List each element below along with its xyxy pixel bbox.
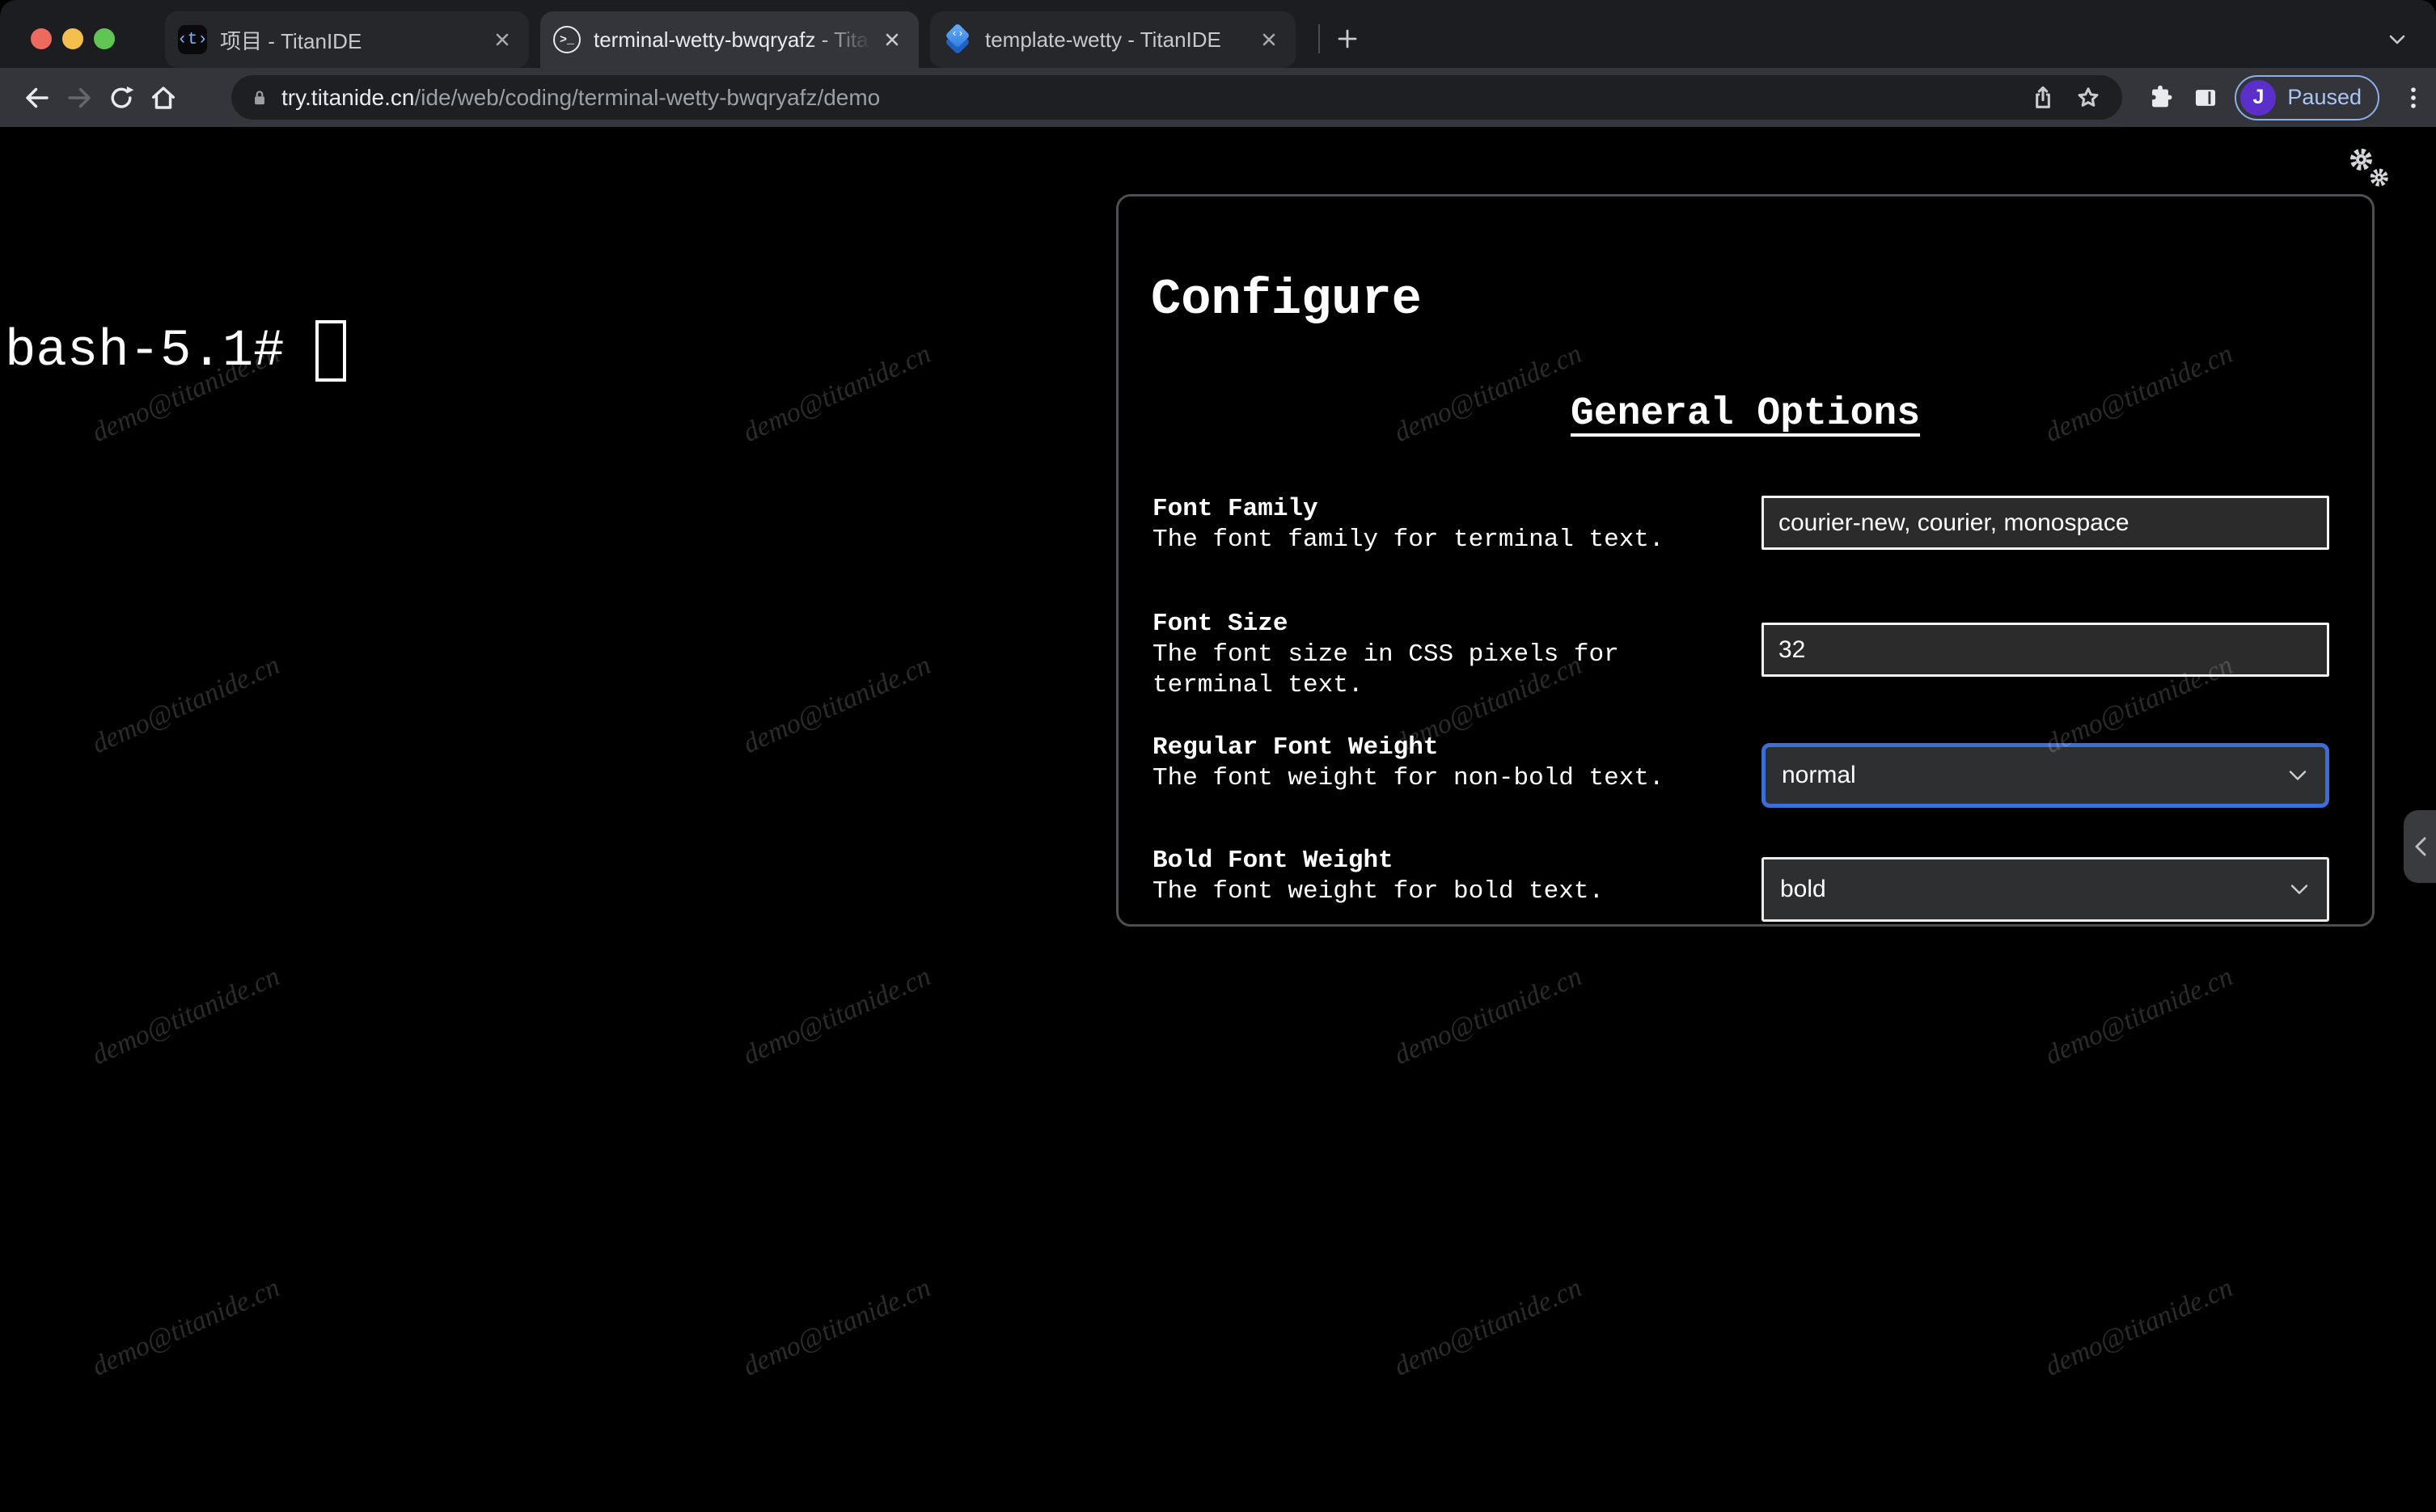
share-icon <box>2036 86 2050 108</box>
chevron-left-icon <box>2415 837 2426 856</box>
url-path: /ide/web/coding/terminal-wetty-bwqryafz/… <box>414 84 881 110</box>
toolbar-right: J Paused <box>2138 68 2436 127</box>
share-button[interactable] <box>2020 77 2066 119</box>
bold-font-weight-label: Bold Font Weight <box>1152 847 1394 875</box>
watermark-text: demo@titanide.cn <box>738 338 936 449</box>
tab-title: template-wetty - TitanIDE <box>985 27 1221 52</box>
close-icon <box>886 33 899 46</box>
font-size-description: The font size in CSS pixels for terminal… <box>1152 640 1619 699</box>
terminal-page[interactable]: bash-5.1# Configure General Options Font… <box>0 127 2436 1512</box>
select-value: bold <box>1780 876 1826 902</box>
watermark-text: demo@titanide.cn <box>738 1272 936 1383</box>
terminal-icon: >_ <box>553 26 581 53</box>
watermark-text: demo@titanide.cn <box>738 649 936 760</box>
section-heading: General Options <box>1570 392 1921 436</box>
watermark-text: demo@titanide.cn <box>1389 1272 1587 1383</box>
new-tab-button[interactable] <box>1330 21 1365 57</box>
watermark-text: demo@titanide.cn <box>1389 961 1587 1071</box>
chevron-down-icon <box>2289 771 2307 780</box>
minimize-window-button[interactable] <box>62 28 83 49</box>
side-panel-icon <box>2196 89 2216 106</box>
close-icon <box>1262 33 1275 46</box>
bold-font-weight-select[interactable]: bold <box>1761 857 2329 922</box>
tab-search-button[interactable] <box>2381 27 2413 52</box>
tab-terminal-wetty[interactable]: >_ terminal-wetty-bwqryafz - Tita <box>540 11 919 68</box>
menu-button[interactable] <box>2391 77 2436 119</box>
gears-icon <box>2349 148 2388 187</box>
address-bar[interactable]: try.titanide.cn/ide/web/coding/terminal-… <box>231 75 2122 120</box>
chevron-down-icon <box>2389 35 2405 44</box>
layers-icon: ‹› <box>943 23 972 55</box>
browser-window: ‹t› 项目 - TitanIDE >_ terminal-wetty-bwqr… <box>0 0 2436 1512</box>
font-size-input[interactable] <box>1761 623 2329 677</box>
watermark-text: demo@titanide.cn <box>87 649 285 760</box>
font-family-input[interactable] <box>1761 496 2329 550</box>
back-button[interactable] <box>16 77 58 119</box>
extensions-button[interactable] <box>2138 77 2183 119</box>
home-icon <box>151 86 176 109</box>
tab-close-button[interactable] <box>878 26 906 53</box>
tab-project[interactable]: ‹t› 项目 - TitanIDE <box>165 11 529 68</box>
forward-button[interactable] <box>58 77 100 119</box>
watermark-text: demo@titanide.cn <box>738 961 936 1071</box>
chevron-down-icon <box>2290 885 2308 894</box>
side-drawer-handle[interactable] <box>2404 810 2436 883</box>
avatar: J <box>2240 79 2277 116</box>
watermark-text: demo@titanide.cn <box>2041 1272 2238 1383</box>
font-family-description: The font family for terminal text. <box>1152 526 1664 554</box>
tab-strip: ‹t› 项目 - TitanIDE >_ terminal-wetty-bwqr… <box>0 0 2436 68</box>
forward-icon <box>68 87 91 108</box>
terminal-prompt: bash-5.1# <box>5 323 285 381</box>
terminal-cursor <box>315 320 346 382</box>
bookmark-button[interactable] <box>2066 77 2111 119</box>
url-host: try.titanide.cn <box>281 84 415 110</box>
font-size-label: Font Size <box>1152 610 1288 638</box>
watermark-text: demo@titanide.cn <box>2041 961 2238 1071</box>
profile-status-badge: Paused <box>2287 85 2362 109</box>
regular-font-weight-label: Regular Font Weight <box>1152 733 1439 762</box>
settings-toggle-button[interactable] <box>2341 141 2397 198</box>
reload-icon <box>111 86 134 108</box>
font-family-label: Font Family <box>1152 495 1318 523</box>
tab-close-button[interactable] <box>1255 26 1283 53</box>
back-icon <box>26 87 49 108</box>
zoom-window-button[interactable] <box>94 28 115 49</box>
reload-button[interactable] <box>100 77 142 119</box>
tab-title: 项目 - TitanIDE <box>220 28 362 53</box>
close-icon <box>496 33 509 46</box>
tab-template-wetty[interactable]: ‹› template-wetty - TitanIDE <box>930 11 1296 68</box>
close-window-button[interactable] <box>31 28 52 49</box>
code-t-icon: ‹t› <box>177 25 208 54</box>
select-value: normal <box>1782 762 1856 788</box>
watermark-text: demo@titanide.cn <box>87 961 285 1071</box>
traffic-lights <box>31 28 115 49</box>
tab-divider <box>1318 24 1320 53</box>
watermark-text: demo@titanide.cn <box>87 1272 285 1383</box>
side-panel-button[interactable] <box>2183 77 2228 119</box>
browser-toolbar: try.titanide.cn/ide/web/coding/terminal-… <box>0 68 2436 127</box>
lock-icon <box>255 90 264 104</box>
three-dots-icon <box>2411 87 2416 108</box>
plus-icon <box>1338 29 1357 49</box>
tab-title: terminal-wetty-bwqryafz - Tita <box>594 27 869 52</box>
panel-title: Configure <box>1151 271 1422 328</box>
regular-font-weight-select[interactable]: normal <box>1761 743 2329 808</box>
profile-button[interactable]: J Paused <box>2235 74 2379 120</box>
configure-panel: Configure General Options Font Family Th… <box>1116 194 2375 927</box>
tab-close-button[interactable] <box>488 26 516 53</box>
star-icon <box>2078 87 2099 107</box>
bold-font-weight-description: The font weight for bold text. <box>1152 877 1605 906</box>
regular-font-weight-description: The font weight for non-bold text. <box>1152 764 1664 792</box>
puzzle-icon <box>2152 85 2172 107</box>
home-button[interactable] <box>142 77 184 119</box>
